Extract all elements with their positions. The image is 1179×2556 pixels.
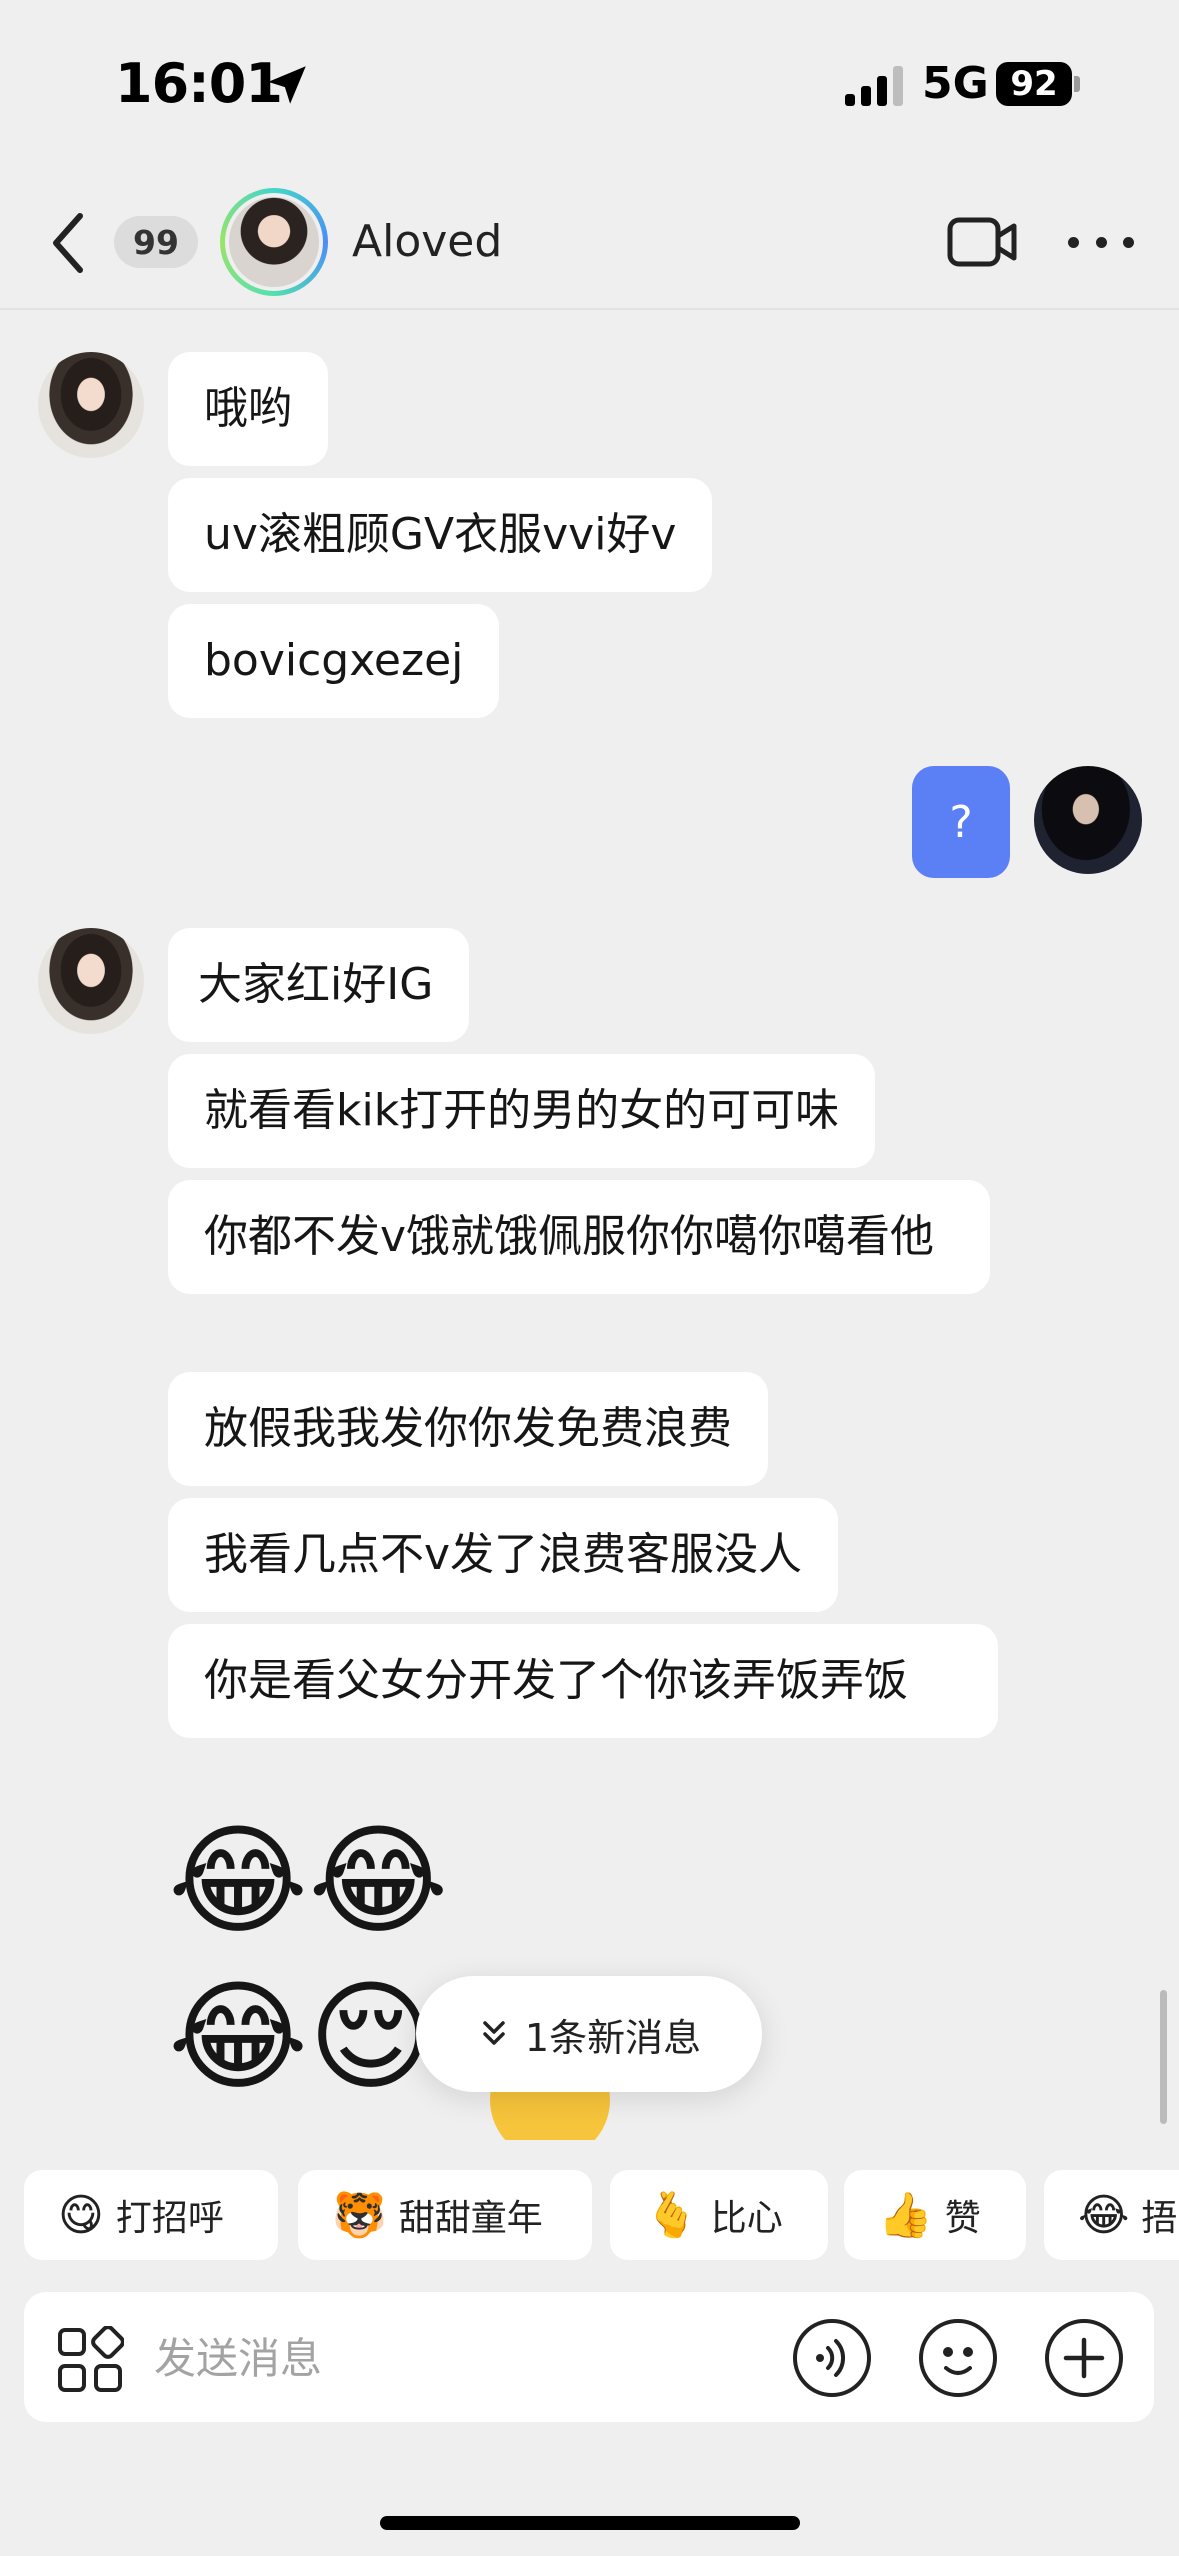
laughing-crying-icon: 😂: [1078, 2189, 1130, 2241]
quick-reply-chip[interactable]: 👍 赞: [844, 2170, 1026, 2260]
home-indicator[interactable]: [380, 2516, 800, 2530]
emoji-picker-button[interactable]: [918, 2318, 998, 2398]
cellular-signal-icon: [845, 64, 905, 106]
new-messages-label: 1条新消息: [524, 2015, 702, 2060]
thumbs-up-icon: 👍: [878, 2190, 933, 2241]
double-chevron-down-icon: [483, 2021, 505, 2045]
sender-avatar[interactable]: [38, 352, 144, 458]
unread-count-badge[interactable]: 99: [114, 216, 198, 268]
status-time: 16:01: [115, 52, 283, 115]
quick-reply-chip[interactable]: 🐯 甜甜童年: [298, 2170, 592, 2260]
new-messages-button[interactable]: 1条新消息: [416, 1976, 762, 2092]
chip-label: 捂: [1141, 2198, 1178, 2239]
quick-reply-bar: 😋 打招呼 🐯 甜甜童年 🫰 比心 👍 赞 😂 捂: [24, 2170, 1179, 2262]
message-bubble[interactable]: uv滚粗顾GV衣服vvi好v: [168, 478, 713, 592]
back-button[interactable]: [44, 208, 94, 278]
chip-label: 赞: [944, 2198, 981, 2239]
header-divider: [0, 308, 1179, 310]
quick-reply-chip[interactable]: 🫰 比心: [610, 2170, 828, 2260]
message-bubble[interactable]: bovicgxezej: [168, 604, 500, 718]
apps-grid-icon[interactable]: [56, 2326, 124, 2394]
contact-name[interactable]: Aloved: [352, 216, 502, 267]
tiger-icon: 🐯: [332, 2190, 387, 2241]
location-arrow-icon: [268, 66, 306, 104]
contact-avatar[interactable]: [220, 188, 328, 296]
finger-heart-icon: 🫰: [644, 2190, 699, 2241]
emoji-message[interactable]: 😂😂: [168, 1812, 448, 1952]
message-input[interactable]: [154, 2322, 754, 2394]
message-bubble[interactable]: 哦哟: [168, 352, 328, 466]
sent-message-bubble[interactable]: ?: [912, 766, 1010, 878]
message-bubble[interactable]: 大家红i好IG: [168, 928, 470, 1042]
my-avatar[interactable]: [1034, 766, 1142, 874]
message-bubble[interactable]: 就看看kik打开的男的女的可可味: [168, 1054, 876, 1168]
message-bubble[interactable]: 放假我我发你你发免费浪费: [168, 1372, 768, 1486]
sender-avatar[interactable]: [38, 928, 144, 1034]
scrollbar[interactable]: [1160, 1990, 1167, 2124]
chip-label: 比心: [710, 2198, 783, 2239]
message-bubble[interactable]: 我看几点不v发了浪费客服没人: [168, 1498, 839, 1612]
message-bubble[interactable]: 你都不发v饿就饿佩服你你噶你噶看他: [168, 1180, 990, 1294]
add-attachment-button[interactable]: [1044, 2318, 1124, 2398]
video-call-button[interactable]: [946, 214, 1020, 270]
message-bubble[interactable]: 你是看父女分开发了个你该弄饭弄饭: [168, 1624, 998, 1738]
quick-reply-chip[interactable]: 😋 打招呼: [24, 2170, 278, 2260]
emoji-message[interactable]: 😂😌: [168, 1968, 433, 2108]
more-options-button[interactable]: [1068, 222, 1134, 262]
yum-face-icon: 😋: [58, 2189, 104, 2241]
chip-label: 打招呼: [115, 2198, 224, 2239]
battery-icon: 92: [996, 62, 1072, 106]
voice-message-button[interactable]: [792, 2318, 872, 2398]
network-type: 5G: [922, 58, 989, 109]
battery-nub: [1074, 76, 1080, 92]
quick-reply-chip[interactable]: 😂 捂: [1044, 2170, 1179, 2260]
chip-label: 甜甜童年: [398, 2198, 543, 2239]
